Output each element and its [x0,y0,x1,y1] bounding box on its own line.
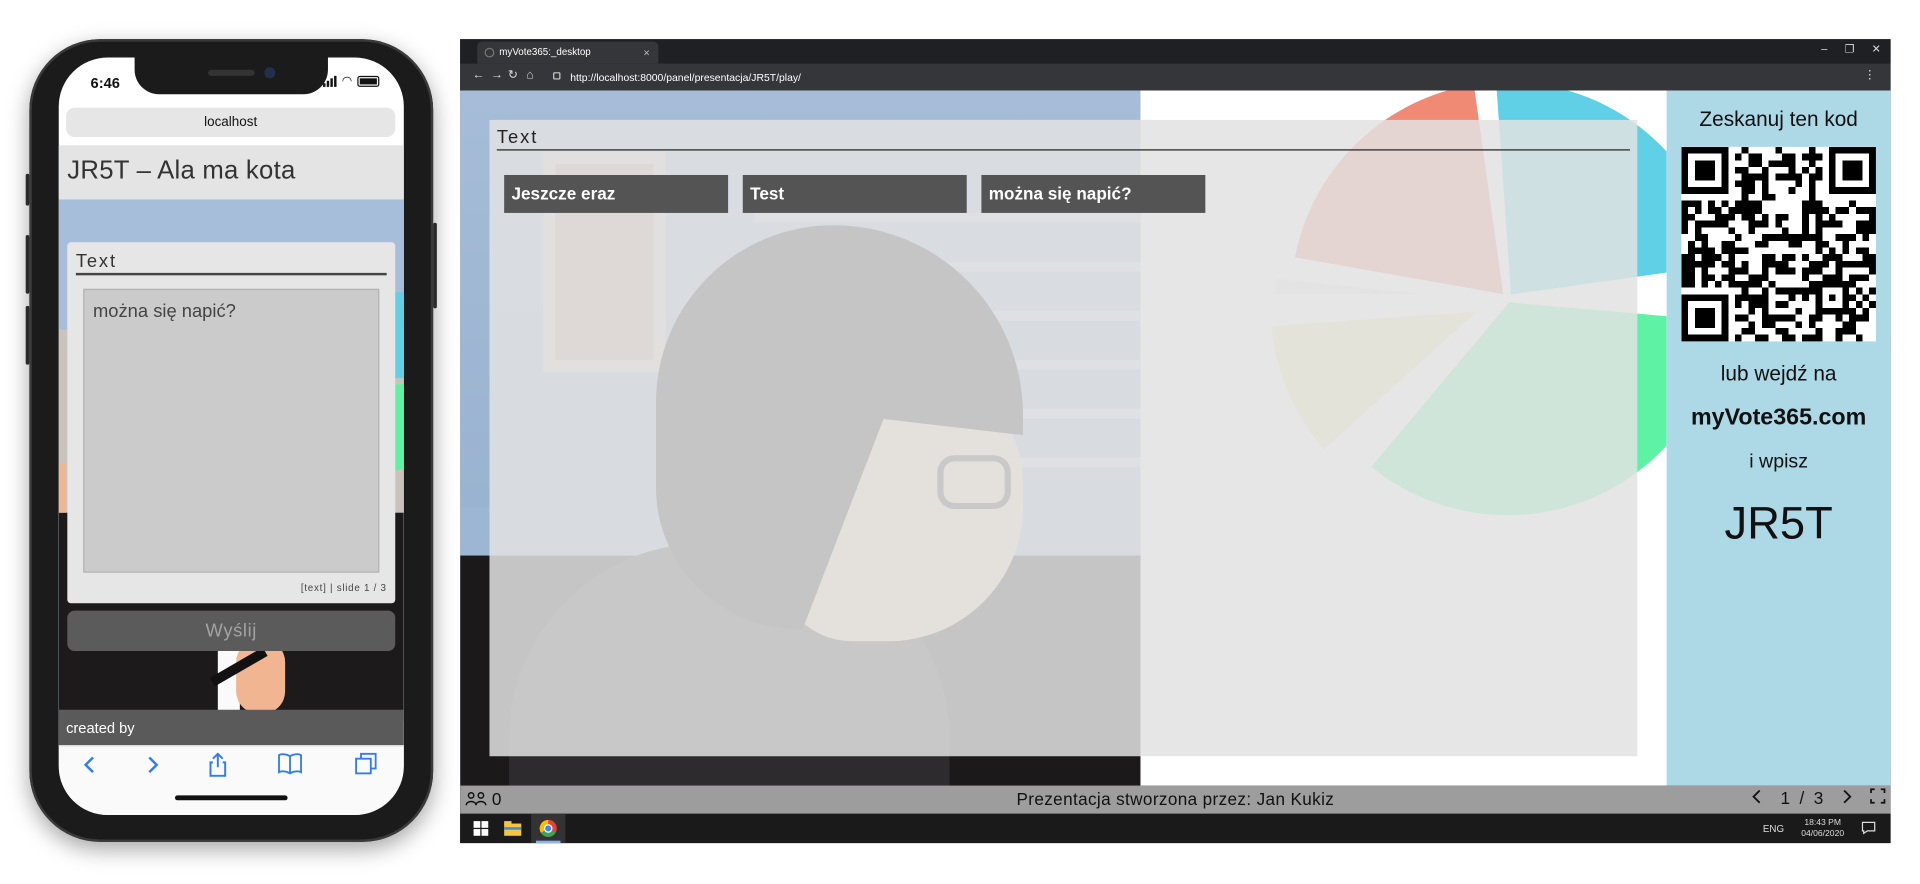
browser-tab[interactable]: myVote365:_desktop × [477,41,659,64]
minimize-icon[interactable]: – [1821,43,1827,56]
browser-navbar: ← → ↻ ⌂ http://localhost:8000/panel/pres… [460,63,1891,91]
answer-item: Test [742,174,967,213]
system-tray: ENG 18:43 PM 04/06/2020 [1763,817,1876,839]
windows-start-icon[interactable] [470,817,492,839]
bookmarks-icon[interactable] [272,753,309,782]
send-button[interactable]: Wyślij [67,610,396,652]
window-controls: – ❐ ✕ [1821,43,1881,56]
presentation-status-bar: 0 Prezentacja stworzona przez: Jan Kukiz… [460,785,1891,814]
slide-counter: 1 / 3 [1780,788,1824,808]
address-bar[interactable]: http://localhost:8000/panel/presentacja/… [570,67,801,87]
fullscreen-icon[interactable] [1870,788,1886,808]
slide-title: Text [496,127,1630,151]
reload-icon[interactable]: ↻ [508,69,518,82]
close-tab-icon[interactable]: × [643,42,649,64]
chrome-icon[interactable] [531,813,566,844]
join-sidebar: Zeskanuj ten kod lub wejdź na myVote365.… [1666,90,1891,786]
language-indicator[interactable]: ENG [1763,823,1784,834]
lock-icon [553,72,561,80]
back-icon[interactable]: ← [472,69,484,82]
creator-text: Prezentacja stworzona przez: Jan Kukiz [1016,789,1335,809]
clock-date: 04/06/2020 [1801,829,1845,839]
clock-time: 18:43 PM [1804,818,1841,828]
phone-power-button [433,222,437,309]
restore-icon[interactable]: ❐ [1845,43,1855,56]
favicon-icon [484,47,495,58]
or-visit-text: lub wejdź na [1720,362,1837,386]
wifi-icon: ◠ [341,74,353,89]
clock[interactable]: 18:43 PM 04/06/2020 [1801,817,1844,839]
battery-icon [357,75,380,87]
next-slide-icon[interactable] [1840,788,1852,808]
page-title: JR5T – Ala ma kota [58,145,404,200]
presentation-code: JR5T [1724,498,1833,549]
mobile-url-bar[interactable]: localhost [66,107,396,138]
question-overlay: Text Jeszcze eraz Test można się napić? [489,119,1638,757]
card-title: Text [75,251,387,276]
desktop-window: myVote365:_desktop × – ❐ ✕ ← → ↻ ⌂ http:… [460,39,1891,844]
safari-toolbar [58,745,404,815]
answer-item: Jeszcze eraz [504,174,729,213]
site-link[interactable]: myVote365.com [1667,405,1891,432]
phone-screen: 6:46 ◠ localhost JR5T – Ala ma kota Text… [58,57,404,815]
status-time: 6:46 [90,74,120,92]
slide-meta: [text] | slide 1 / 3 [300,582,387,594]
chevron-right-icon[interactable] [135,753,172,782]
browser-menu-icon[interactable]: ⋮ [1864,69,1876,82]
tab-title: myVote365:_desktop [499,46,591,58]
notifications-icon[interactable] [1861,820,1876,836]
file-explorer-icon[interactable] [502,817,524,839]
qr-code-icon [1681,146,1876,342]
footer-created-by: created by [58,709,404,746]
status-icons: ◠ [323,74,380,89]
phone-volume-up [25,234,30,294]
presentation-viewport: Text Jeszcze eraz Test można się napić? … [460,90,1891,786]
enter-code-text: i wpisz [1749,451,1809,473]
prev-slide-icon[interactable] [1751,788,1763,808]
slide-pager: 1 / 3 [1751,788,1886,808]
windows-taskbar: ENG 18:43 PM 04/06/2020 [460,813,1891,844]
phone-mute-switch [25,173,30,206]
share-icon[interactable] [199,752,236,782]
answer-card: Text można się napić? [text] | slide 1 /… [67,242,396,604]
home-icon[interactable]: ⌂ [526,69,533,82]
answer-textarea[interactable]: można się napić? [83,288,380,573]
phone-notch [134,57,328,95]
forward-icon[interactable]: → [491,69,503,82]
answer-item: można się napić? [981,174,1206,213]
chevron-left-icon[interactable] [71,753,108,782]
phone-volume-down [25,305,30,365]
close-window-icon[interactable]: ✕ [1872,43,1881,56]
scan-instruction: Zeskanuj ten kod [1699,107,1858,131]
home-indicator [174,795,288,801]
tabs-icon[interactable] [348,752,385,782]
browser-tab-strip: myVote365:_desktop × – ❐ ✕ [460,39,1891,64]
